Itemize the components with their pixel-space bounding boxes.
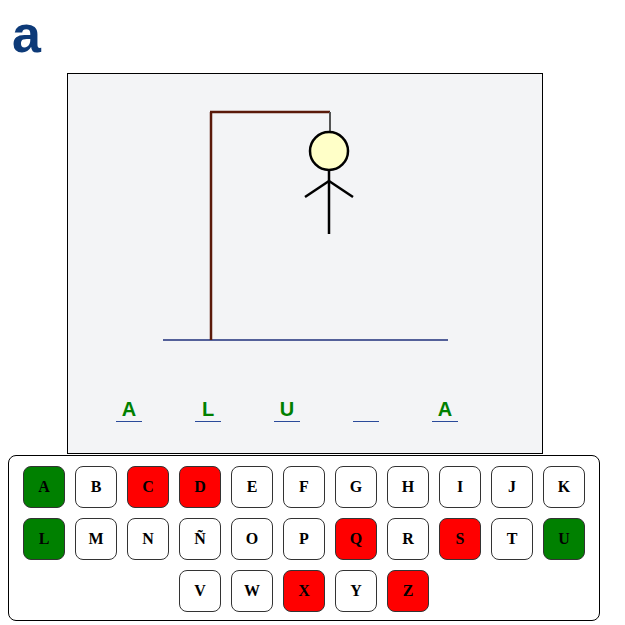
letter-key[interactable]: I [439, 466, 481, 508]
letter-key[interactable]: S [439, 518, 481, 560]
gallows-drawing [68, 74, 542, 389]
letter-underline [353, 421, 379, 422]
letter-key[interactable]: O [231, 518, 273, 560]
ground [163, 339, 448, 341]
letter-key[interactable]: Ñ [179, 518, 221, 560]
logo: a [12, 8, 41, 60]
letter-underline [195, 421, 221, 422]
letter-slot: U [274, 397, 300, 422]
letter-key[interactable]: B [75, 466, 117, 508]
right-arm [329, 181, 353, 197]
keyboard-row: VWXYZ [179, 570, 429, 612]
letter-key[interactable]: A [23, 466, 65, 508]
letter-key[interactable]: C [127, 466, 169, 508]
letter-key[interactable]: V [179, 570, 221, 612]
header: a [0, 0, 625, 73]
letter-key[interactable]: R [387, 518, 429, 560]
letter-key[interactable]: E [231, 466, 273, 508]
letter-key[interactable]: D [179, 466, 221, 508]
letter-key[interactable]: T [491, 518, 533, 560]
letter-key[interactable]: U [543, 518, 585, 560]
keyboard-row: LMNÑOPQRSTU [23, 518, 585, 560]
letter-key[interactable]: P [283, 518, 325, 560]
letter-slot [353, 397, 379, 422]
letter-key[interactable]: Z [387, 570, 429, 612]
game-panel: ALUA [67, 73, 543, 454]
letter-key[interactable]: W [231, 570, 273, 612]
letter-key[interactable]: Y [335, 570, 377, 612]
letter: L [202, 397, 214, 421]
letter-slot: A [432, 397, 458, 422]
letter-slot: L [195, 397, 221, 422]
letter-key[interactable]: X [283, 570, 325, 612]
keyboard: ABCDEFGHIJK LMNÑOPQRSTU VWXYZ [8, 455, 600, 621]
rope [329, 112, 331, 132]
letter-key[interactable]: G [335, 466, 377, 508]
gallows-beam [210, 111, 330, 114]
letter: U [280, 397, 294, 421]
head [310, 132, 348, 170]
letter-key[interactable]: M [75, 518, 117, 560]
letter-key[interactable]: K [543, 466, 585, 508]
gallows-post [210, 112, 213, 340]
letter-key[interactable]: J [491, 466, 533, 508]
letter-key[interactable]: L [23, 518, 65, 560]
letter-key[interactable]: Q [335, 518, 377, 560]
keyboard-row: ABCDEFGHIJK [23, 466, 585, 508]
hangman-page: aALUAABCDEFGHIJKLMNÑOPQRSTUVWXYZ [0, 0, 625, 625]
letter-underline [432, 421, 458, 422]
letter-slot: A [116, 397, 142, 422]
word-row: ALUA [68, 397, 542, 422]
letter-key[interactable]: N [127, 518, 169, 560]
letter-underline [274, 421, 300, 422]
letter: A [438, 397, 452, 421]
letter-underline [116, 421, 142, 422]
left-arm [305, 181, 329, 197]
letter: A [122, 397, 136, 421]
body [328, 170, 331, 234]
letter-key[interactable]: H [387, 466, 429, 508]
letter-key[interactable]: F [283, 466, 325, 508]
